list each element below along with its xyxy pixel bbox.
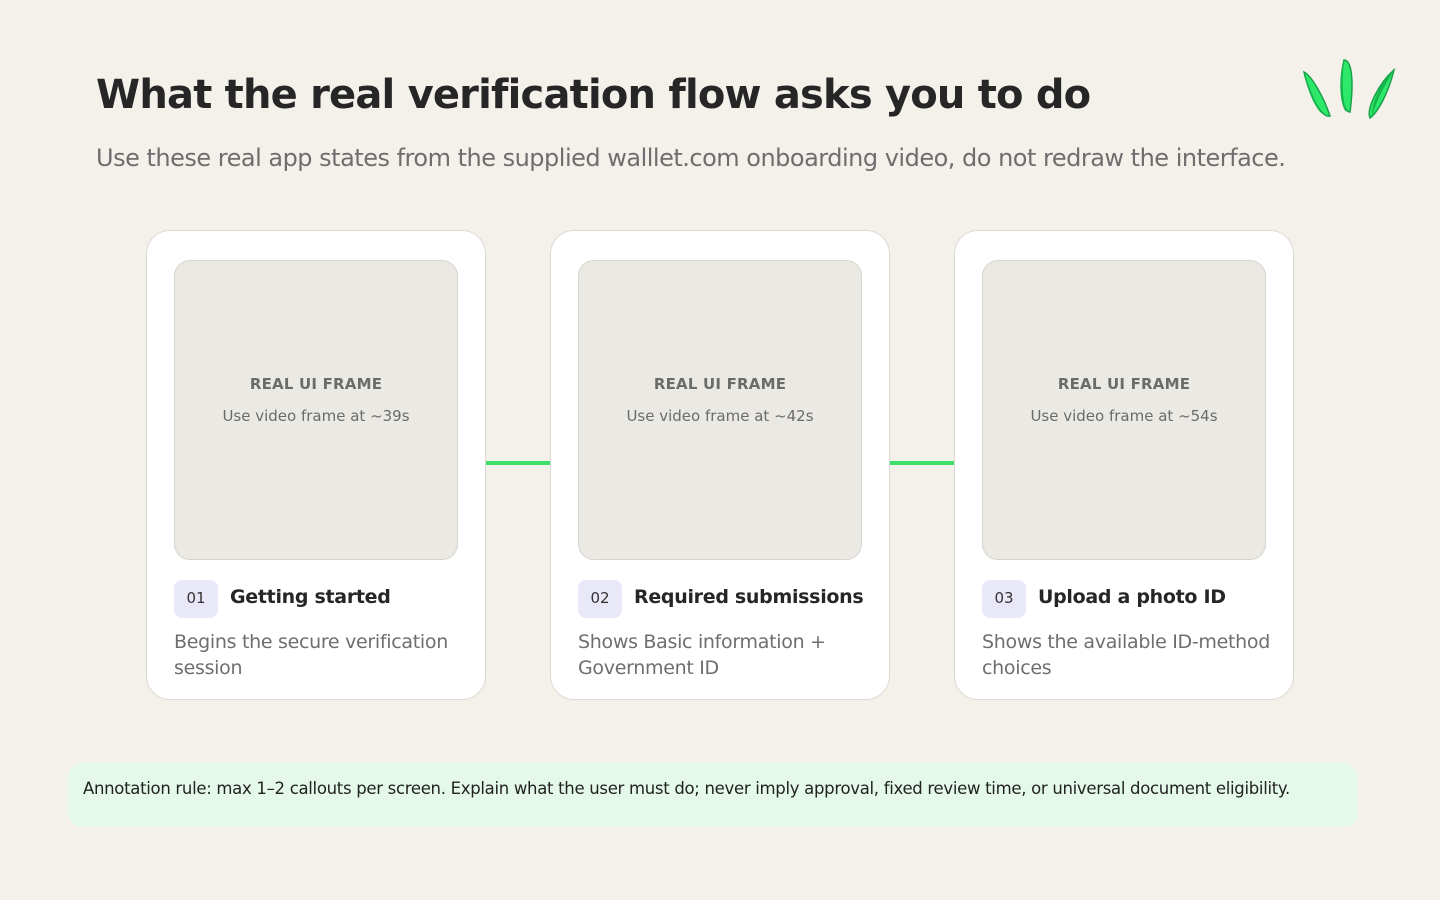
step-number-badge: 01: [174, 580, 218, 618]
step-description: Begins the secure verification session: [174, 631, 448, 679]
ui-frame-placeholder: REAL UI FRAME Use video frame at ~42s: [578, 260, 862, 560]
step-title: Required submissions: [634, 586, 864, 608]
step-card-2: REAL UI FRAME Use video frame at ~42s 02…: [550, 230, 890, 700]
step-title: Getting started: [230, 586, 391, 608]
step-description: Shows Basic information + Government ID: [578, 631, 826, 679]
step-number-badge: 03: [982, 580, 1026, 618]
step-card-1: REAL UI FRAME Use video frame at ~39s 01…: [146, 230, 486, 700]
step-description: Shows the available ID-method choices: [982, 631, 1270, 679]
annotation-rule-note: Annotation rule: max 1–2 callouts per sc…: [68, 763, 1358, 827]
step-connector: [486, 461, 550, 465]
ui-frame-placeholder: REAL UI FRAME Use video frame at ~39s: [174, 260, 458, 560]
ui-frame-placeholder: REAL UI FRAME Use video frame at ~54s: [982, 260, 1266, 560]
brand-logo-icon: [1302, 59, 1396, 120]
step-card-3: REAL UI FRAME Use video frame at ~54s 03…: [954, 230, 1294, 700]
step-number-badge: 02: [578, 580, 622, 618]
page-subtitle: Use these real app states from the suppl…: [96, 144, 1286, 172]
frame-note: Use video frame at ~39s: [222, 407, 410, 425]
frame-label: REAL UI FRAME: [249, 375, 383, 393]
page-title: What the real verification flow asks you…: [96, 72, 1091, 118]
step-connector: [890, 461, 954, 465]
frame-note: Use video frame at ~42s: [626, 407, 814, 425]
step-title: Upload a photo ID: [1038, 586, 1226, 608]
frame-label: REAL UI FRAME: [1057, 375, 1191, 393]
frame-note: Use video frame at ~54s: [1030, 407, 1218, 425]
frame-label: REAL UI FRAME: [653, 375, 787, 393]
